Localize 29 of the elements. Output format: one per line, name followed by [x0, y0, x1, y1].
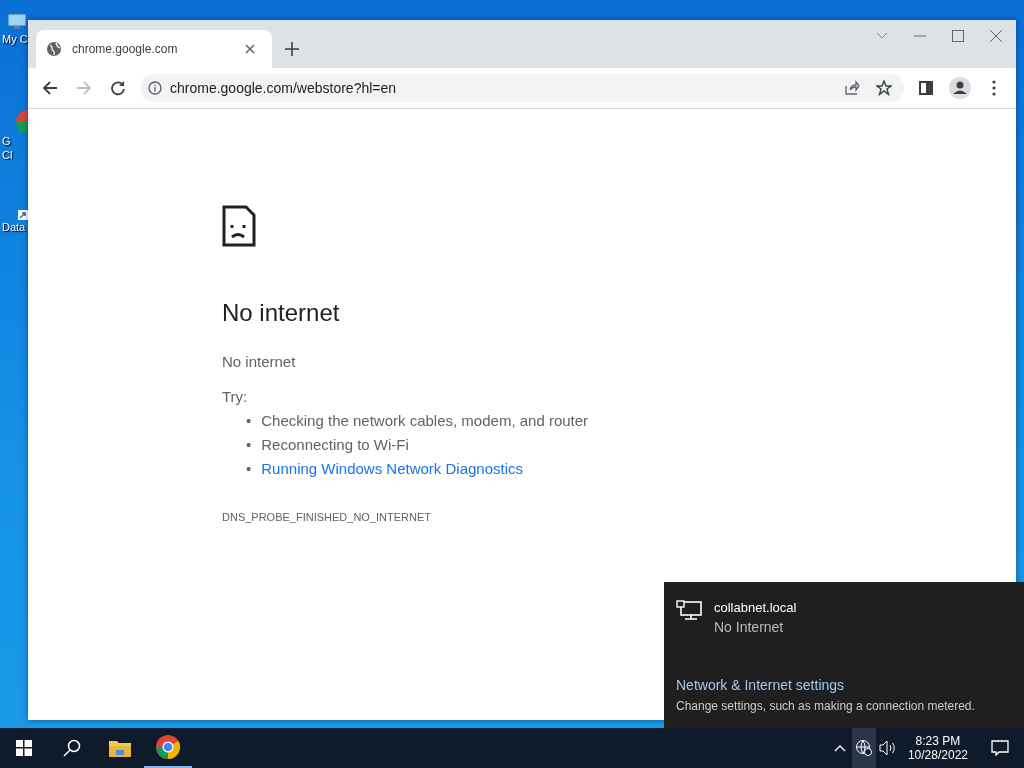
suggestion-text: Reconnecting to Wi-Fi — [261, 435, 409, 455]
error-code: DNS_PROBE_FINISHED_NO_INTERNET — [222, 511, 432, 523]
error-subtitle: No internet — [222, 353, 297, 370]
sad-page-icon — [222, 205, 256, 247]
try-label: Try: — [222, 388, 249, 405]
globe-icon — [46, 41, 62, 57]
diagnostics-link[interactable]: Running Windows Network Diagnostics — [261, 457, 524, 481]
address-bar[interactable]: chrome.google.com/webstore?hl=en — [140, 74, 904, 102]
browser-tab[interactable]: chrome.google.com — [36, 30, 272, 68]
chrome-icon — [16, 110, 28, 134]
desktop-icon-label[interactable]: My C — [2, 32, 28, 46]
desktop-icon-label[interactable]: Data — [2, 220, 26, 234]
monitor-icon — [6, 10, 28, 32]
error-heading: No internet — [222, 299, 341, 327]
network-status: No Internet — [714, 619, 785, 635]
desktop-icon-label[interactable]: G — [2, 134, 11, 148]
network-monitor-icon — [676, 600, 702, 622]
settings-hint: Change settings, such as making a connection metered. — [676, 699, 976, 713]
suggestion-text: Checking the network cables, modem, and router — [261, 411, 589, 431]
bullet: • — [246, 435, 252, 455]
bullet: • — [246, 411, 252, 431]
network-settings-link[interactable]: Network & Internet settings — [676, 677, 1012, 693]
bullet: • — [246, 459, 252, 479]
clock[interactable]: 8:23 PM 10/28/2022 — [899, 734, 976, 762]
globe-no-network-icon[interactable] — [851, 728, 876, 768]
network-name: collabnet.local — [714, 600, 797, 615]
profile-icon[interactable] — [948, 76, 972, 100]
info-icon — [148, 81, 162, 95]
desktop-icon-label[interactable]: Cl — [2, 148, 13, 162]
